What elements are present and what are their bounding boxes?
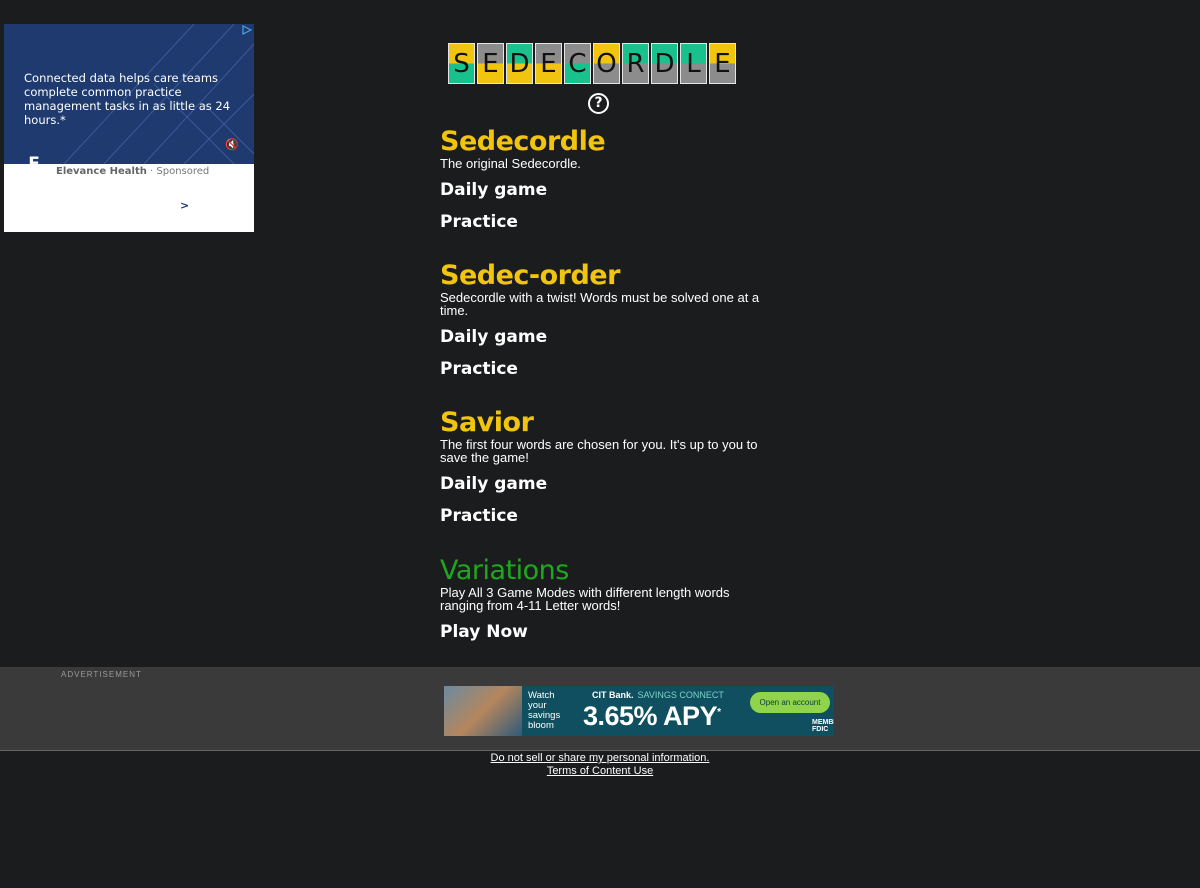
play-now-link[interactable]: Play Now	[440, 622, 770, 642]
bank-name: CIT Bank. SAVINGS CONNECT	[592, 690, 724, 700]
logo-letter: E	[714, 48, 731, 79]
section-description: Sedecordle with a twist! Words must be s…	[440, 290, 760, 318]
logo-tile: E	[477, 43, 504, 84]
section-variations: Variations Play All 3 Game Modes with di…	[440, 555, 770, 642]
bank-label: CIT Bank.	[592, 690, 634, 700]
logo-tile: O	[593, 43, 620, 84]
sponsored-label: Sponsored	[156, 166, 210, 177]
ad-text: Connected data helps care teams complete…	[24, 71, 231, 127]
ad-choices-icon[interactable]	[242, 25, 252, 35]
logo-letter: S	[453, 48, 470, 79]
logo-tile: D	[651, 43, 678, 84]
footer: Do not sell or share my personal informa…	[0, 752, 1200, 778]
logo-letter: L	[686, 48, 701, 79]
logo-letter: O	[596, 48, 617, 79]
help-circle-icon[interactable]: ?	[588, 93, 609, 114]
daily-game-link[interactable]: Daily game	[440, 474, 770, 494]
section-sedec-order: Sedec-order Sedecordle with a twist! Wor…	[440, 260, 770, 379]
section-savior: Savior The first four words are chosen f…	[440, 407, 770, 526]
logo-tile: L	[680, 43, 707, 84]
logo-tile: E	[709, 43, 736, 84]
ad-arrow-icon[interactable]: >	[180, 199, 189, 212]
section-title: Savior	[440, 407, 534, 438]
logo-letter: E	[482, 48, 499, 79]
bottom-ad-bar: ADVERTISEMENT Watch your savings bloom C…	[0, 667, 1200, 751]
daily-game-link[interactable]: Daily game	[440, 180, 770, 200]
fdic-badge: MEMBER FDIC	[812, 719, 834, 733]
section-description: Play All 3 Game Modes with different len…	[440, 585, 730, 613]
brand-name: Elevance Health	[56, 166, 147, 177]
section-sedecordle: Sedecordle The original Sedecordle. Dail…	[440, 126, 770, 232]
practice-link[interactable]: Practice	[440, 359, 770, 379]
ad-image-panel[interactable]: Connected data helps care teams complete…	[4, 24, 254, 164]
apy-footnote-mark: *	[717, 707, 721, 718]
terms-link[interactable]: Terms of Content Use	[0, 765, 1200, 778]
logo-letter: D	[509, 48, 530, 79]
section-title: Variations	[440, 555, 569, 586]
section-title: Sedec-order	[440, 260, 620, 291]
logo-tile: E	[535, 43, 562, 84]
practice-link[interactable]: Practice	[440, 506, 770, 526]
advertisement-label: ADVERTISEMENT	[61, 670, 142, 679]
ad-photo	[444, 686, 522, 736]
open-account-button[interactable]: Open an account	[750, 692, 830, 713]
apy-rate: 3.65% APY*	[583, 701, 721, 732]
sponsor-line: Elevance Health · Sponsored	[56, 166, 209, 177]
daily-game-link[interactable]: Daily game	[440, 327, 770, 347]
ad-tagline: Watch your savings bloom	[528, 690, 561, 731]
speaker-muted-icon[interactable]: 🔇	[225, 138, 239, 151]
logo-tile: S	[448, 43, 475, 84]
bank-ad-banner[interactable]: Watch your savings bloom CIT Bank. SAVING…	[444, 686, 834, 736]
apy-value: 3.65% APY	[583, 701, 718, 731]
practice-link[interactable]: Practice	[440, 212, 770, 232]
logo-letter: C	[568, 48, 587, 79]
logo-tile: R	[622, 43, 649, 84]
privacy-link[interactable]: Do not sell or share my personal informa…	[0, 752, 1200, 765]
sedecordle-logo: SEDECORDLE	[448, 43, 752, 86]
logo-letter: R	[626, 48, 645, 79]
logo-letter: D	[654, 48, 675, 79]
savings-connect-label: SAVINGS CONNECT	[637, 690, 724, 700]
logo-tile: C	[564, 43, 591, 84]
logo-letter: E	[540, 48, 557, 79]
brand-logo: E	[17, 148, 51, 164]
section-description: The original Sedecordle.	[440, 156, 581, 171]
side-advertisement[interactable]: Connected data helps care teams complete…	[4, 24, 254, 232]
section-description: The first four words are chosen for you.…	[440, 437, 758, 465]
section-title: Sedecordle	[440, 126, 606, 157]
logo-tile: D	[506, 43, 533, 84]
